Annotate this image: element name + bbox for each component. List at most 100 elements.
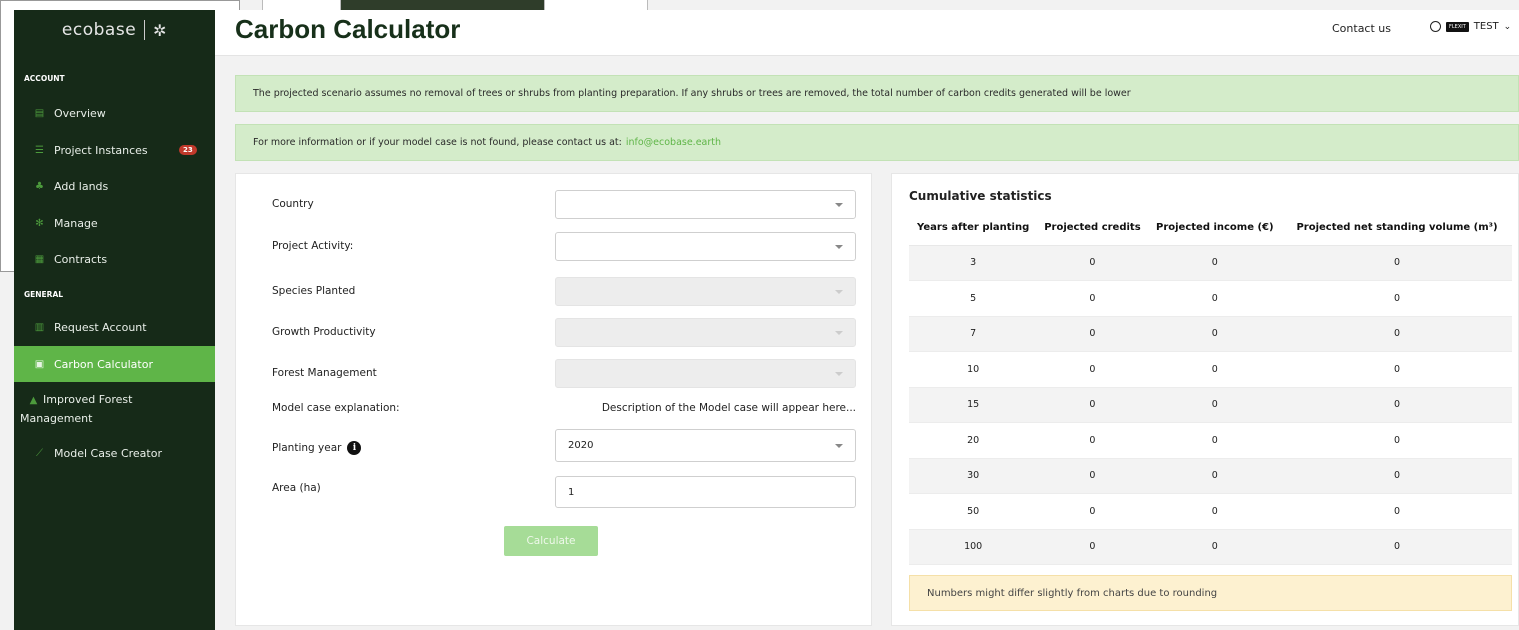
table-cell: 0 bbox=[1037, 351, 1148, 388]
tree-icon: ♣ bbox=[35, 180, 44, 192]
main-content: Carbon Calculator Contact us FLEXIT TEST… bbox=[215, 10, 1519, 630]
table-row: 3000 bbox=[909, 245, 1512, 281]
column-header: Projected credits bbox=[1037, 211, 1148, 246]
table-cell: 0 bbox=[1282, 351, 1512, 388]
info-icon[interactable]: i bbox=[347, 441, 362, 455]
document-icon: ▤ bbox=[34, 107, 45, 119]
table-cell: 0 bbox=[1147, 422, 1283, 459]
sidebar-item-request-account[interactable]: ▥ Request Account bbox=[14, 316, 215, 338]
column-header: Years after planting bbox=[909, 211, 1038, 246]
planting-year-select[interactable]: 2020 bbox=[555, 429, 856, 462]
table-cell: 0 bbox=[1037, 529, 1148, 565]
background-window-strip-dark bbox=[340, 0, 545, 10]
table-row: 100 0 0 0 bbox=[909, 529, 1512, 565]
building-icon: ▥ bbox=[34, 321, 45, 333]
table-cell: 30 bbox=[909, 458, 1038, 494]
table-cell: 0 bbox=[1147, 458, 1283, 494]
email-link[interactable]: info@ecobase.earth bbox=[626, 137, 721, 148]
user-name: TEST bbox=[1473, 21, 1499, 32]
species-planted-select[interactable] bbox=[555, 277, 856, 306]
table-cell: 0 bbox=[1147, 280, 1283, 317]
brand-divider bbox=[144, 20, 146, 40]
caret-down-icon bbox=[835, 203, 843, 207]
section-title-general: GENERAL bbox=[24, 290, 64, 299]
table-row: 7000 bbox=[909, 316, 1512, 352]
alert-text: The projected scenario assumes no remova… bbox=[253, 88, 1131, 99]
model-case-description: Description of the Model case will appea… bbox=[601, 402, 856, 414]
sidebar-item-project-instances[interactable]: ☰ Project Instances 23 bbox=[14, 139, 215, 161]
forest-icon: ▲ bbox=[29, 395, 38, 406]
caret-down-icon bbox=[835, 245, 843, 249]
table-cell: 10 bbox=[909, 351, 1038, 388]
rounding-note: Numbers might differ slightly from chart… bbox=[909, 575, 1512, 611]
sidebar-item-carbon-calculator[interactable]: ▣ Carbon Calculator bbox=[14, 346, 215, 382]
table-cell: 0 bbox=[1282, 493, 1512, 530]
table-row: 30 0 0 0 bbox=[909, 458, 1512, 494]
table-cell: 0 bbox=[1147, 387, 1283, 423]
sidebar-item-contracts[interactable]: ▦ Contracts bbox=[14, 248, 215, 270]
sidebar-item-label: Carbon Calculator bbox=[54, 357, 153, 371]
table-cell: 15 bbox=[909, 387, 1038, 423]
user-menu[interactable]: FLEXIT TEST ⌄ bbox=[1430, 21, 1511, 32]
country-select[interactable] bbox=[555, 190, 856, 219]
table-cell: 0 bbox=[1147, 529, 1283, 565]
table-cell: 0 bbox=[1282, 280, 1512, 317]
calculator-icon: ▣ bbox=[34, 358, 45, 370]
sidebar-item-label: Improved Forest bbox=[43, 393, 133, 406]
sidebar: ecobase ✲ ACCOUNT ▤ Overview ☰ Project I… bbox=[14, 10, 215, 630]
user-icon bbox=[1430, 21, 1441, 32]
gear-icon: ✻ bbox=[35, 217, 44, 229]
statistics-title: Cumulative statistics bbox=[909, 189, 1052, 203]
contact-alert: For more information or if your model ca… bbox=[235, 124, 1519, 161]
contact-us-link[interactable]: Contact us bbox=[1332, 22, 1391, 35]
table-row: 20 0 0 0 bbox=[909, 422, 1512, 459]
sidebar-item-manage[interactable]: ✻ Manage bbox=[14, 212, 215, 234]
brand-logo[interactable]: ecobase ✲ bbox=[14, 10, 215, 50]
sidebar-item-improved-forest-management[interactable]: ▲ Improved Forest Management bbox=[14, 391, 215, 429]
list-icon: ☰ bbox=[35, 144, 44, 156]
area-input[interactable]: 1 bbox=[555, 476, 856, 508]
sidebar-item-label: Project Instances bbox=[54, 143, 148, 157]
table-cell: 0 bbox=[1282, 245, 1512, 281]
chevron-down-icon: ⌄ bbox=[1503, 21, 1512, 32]
forest-management-select[interactable] bbox=[555, 359, 856, 388]
planting-year-label-text: Planting year bbox=[272, 442, 342, 454]
table-cell: 0 bbox=[1147, 245, 1283, 281]
column-header: Projected net standing volume (m³) bbox=[1282, 211, 1512, 246]
sidebar-item-overview[interactable]: ▤ Overview bbox=[14, 102, 215, 124]
section-title-account: ACCOUNT bbox=[24, 74, 65, 83]
table-cell: 5 bbox=[909, 280, 1038, 317]
table-row: 50 0 0 0 bbox=[909, 493, 1512, 530]
table-cell: 0 bbox=[1037, 280, 1148, 317]
species-planted-label: Species Planted bbox=[272, 285, 356, 297]
project-activity-select[interactable] bbox=[555, 232, 856, 261]
table-cell: 20 bbox=[909, 422, 1038, 459]
top-bar: Carbon Calculator Contact us FLEXIT TEST… bbox=[215, 10, 1519, 56]
chart-line-icon: ⟋ bbox=[36, 447, 43, 459]
table-cell: 7 bbox=[909, 316, 1038, 352]
statistics-table-body: 3 0 0 0 5 0 0 0 7 0 0 0 10 0 0 0 15 0 0 0 20 0 0 0 30 0 0 0 50 0 0 0 100… bbox=[909, 245, 1512, 565]
input-value: 1 bbox=[568, 486, 575, 498]
org-tag: FLEXIT bbox=[1446, 21, 1469, 32]
growth-productivity-label: Growth Productivity bbox=[272, 326, 376, 338]
table-cell: 0 bbox=[1282, 316, 1512, 352]
table-cell: 0 bbox=[1147, 316, 1283, 352]
table-row: 15 0 0 0 bbox=[909, 387, 1512, 423]
table-cell: 0 bbox=[1037, 493, 1148, 530]
table-cell: 0 bbox=[1147, 351, 1283, 388]
brand-name: ecobase bbox=[61, 20, 137, 40]
table-cell: 50 bbox=[909, 493, 1038, 530]
table-cell: 0 bbox=[1282, 422, 1512, 459]
table-row: 10 0 0 0 bbox=[909, 351, 1512, 388]
sidebar-item-label: Contracts bbox=[54, 252, 108, 266]
sidebar-item-model-case-creator[interactable]: ⟋ Model Case Creator bbox=[14, 442, 215, 464]
tree-logo-icon: ✲ bbox=[153, 20, 168, 40]
table-cell: 0 bbox=[1037, 458, 1148, 494]
table-cell: 0 bbox=[1282, 387, 1512, 423]
caret-down-icon bbox=[835, 331, 843, 335]
growth-productivity-select[interactable] bbox=[555, 318, 856, 347]
calculate-button[interactable]: Calculate bbox=[504, 526, 598, 556]
planting-year-label: Planting year i bbox=[272, 441, 362, 455]
table-cell: 0 bbox=[1037, 316, 1148, 352]
sidebar-item-add-lands[interactable]: ♣ Add lands bbox=[14, 175, 215, 197]
